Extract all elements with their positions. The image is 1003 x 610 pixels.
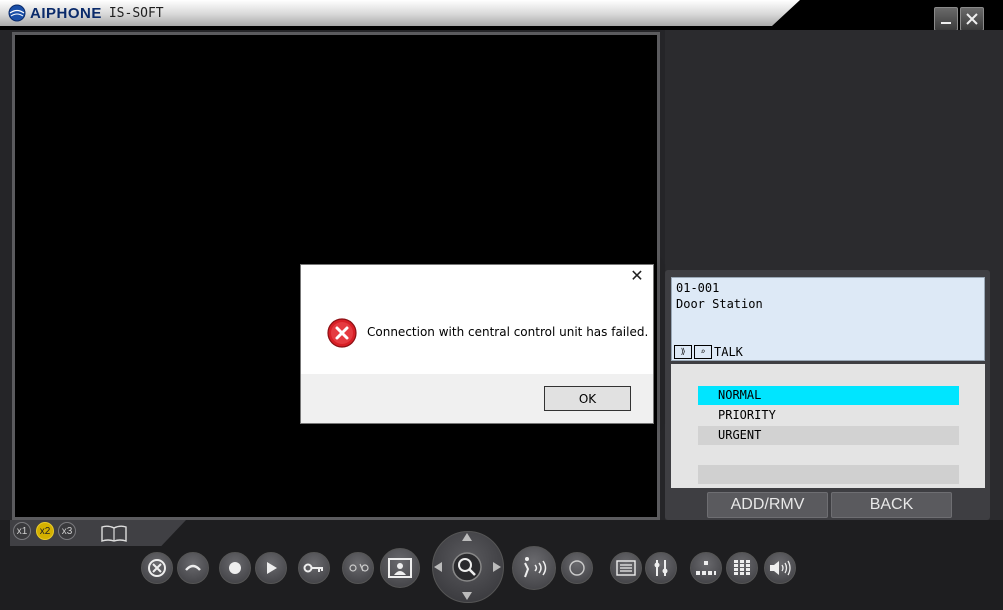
title-bar: AIPHONE IS-SOFT xyxy=(0,0,1003,31)
station-status: ⟫ ⌕ TALK xyxy=(674,345,743,359)
door-release-button[interactable] xyxy=(298,552,330,584)
zoom-x1-button[interactable]: x1 xyxy=(13,522,31,540)
tools-icon xyxy=(654,560,668,576)
record-button[interactable] xyxy=(219,552,251,584)
arrow-up-icon[interactable] xyxy=(461,532,473,542)
add-rmv-button[interactable]: ADD/RMV xyxy=(707,492,828,518)
handset-icon xyxy=(185,564,201,571)
keypad-button[interactable] xyxy=(726,552,758,584)
priority-list: NORMAL PRIORITY URGENT xyxy=(671,364,985,488)
talk-speaker-icon xyxy=(524,557,547,578)
light-icon xyxy=(349,563,369,572)
talk-button[interactable] xyxy=(512,546,556,590)
keypad-icon xyxy=(734,560,750,575)
priority-item-urgent[interactable]: URGENT xyxy=(698,426,959,445)
zoom-x2-button[interactable]: x2 xyxy=(36,522,54,540)
arrow-down-icon[interactable] xyxy=(461,591,473,601)
light-option-button[interactable] xyxy=(342,552,374,584)
call-status-icon: ⟫ xyxy=(674,345,692,359)
arrow-right-icon[interactable] xyxy=(492,561,502,573)
ok-button[interactable]: OK xyxy=(544,386,631,411)
minimize-icon xyxy=(941,22,951,24)
cancel-icon xyxy=(148,559,166,577)
book-icon[interactable] xyxy=(100,525,128,543)
zoom-x3-button[interactable]: x3 xyxy=(58,522,76,540)
priority-item-priority[interactable]: PRIORITY xyxy=(698,406,959,425)
dialog-close-button[interactable]: ✕ xyxy=(629,269,645,285)
product-name: IS-SOFT xyxy=(108,5,164,21)
circle-icon xyxy=(569,560,585,576)
key-icon xyxy=(303,563,323,573)
magnify-status-icon: ⌕ xyxy=(694,345,712,359)
globe-logo-icon xyxy=(8,4,26,22)
record-icon xyxy=(229,562,241,574)
monitor-person-icon xyxy=(388,558,412,578)
arrow-left-icon[interactable] xyxy=(433,561,443,573)
close-window-button[interactable] xyxy=(960,7,984,31)
priority-item-normal[interactable]: NORMAL xyxy=(698,386,959,405)
settings-button[interactable] xyxy=(645,552,677,584)
hang-up-button[interactable] xyxy=(177,552,209,584)
station-id: 01-001 xyxy=(676,281,720,295)
error-icon xyxy=(327,318,357,348)
station-name: Door Station xyxy=(676,297,763,311)
zoom-search-icon[interactable] xyxy=(452,552,482,582)
list-button[interactable] xyxy=(610,552,642,584)
app-window: AIPHONE IS-SOFT 01-001 Door Station ⟫ ⌕ … xyxy=(0,0,1003,610)
volume-button[interactable] xyxy=(764,552,796,584)
close-icon xyxy=(966,13,978,25)
app-logo: AIPHONE IS-SOFT xyxy=(8,4,164,22)
back-button[interactable]: BACK xyxy=(831,492,952,518)
station-info: 01-001 Door Station ⟫ ⌕ TALK xyxy=(671,277,985,361)
play-button[interactable] xyxy=(255,552,287,584)
minimize-button[interactable] xyxy=(934,7,958,31)
speaker-volume-icon xyxy=(770,560,791,576)
list-icon xyxy=(616,560,636,576)
dialog-message: Connection with central control unit has… xyxy=(367,325,649,339)
brand-name: AIPHONE xyxy=(30,4,102,22)
monitor-button[interactable] xyxy=(380,548,420,588)
network-icon xyxy=(696,561,716,575)
status-text: TALK xyxy=(714,345,743,359)
network-button[interactable] xyxy=(690,552,722,584)
play-icon xyxy=(267,562,277,574)
list-scroll-bar[interactable] xyxy=(698,465,959,484)
snapshot-button[interactable] xyxy=(561,552,593,584)
end-call-button[interactable] xyxy=(141,552,173,584)
